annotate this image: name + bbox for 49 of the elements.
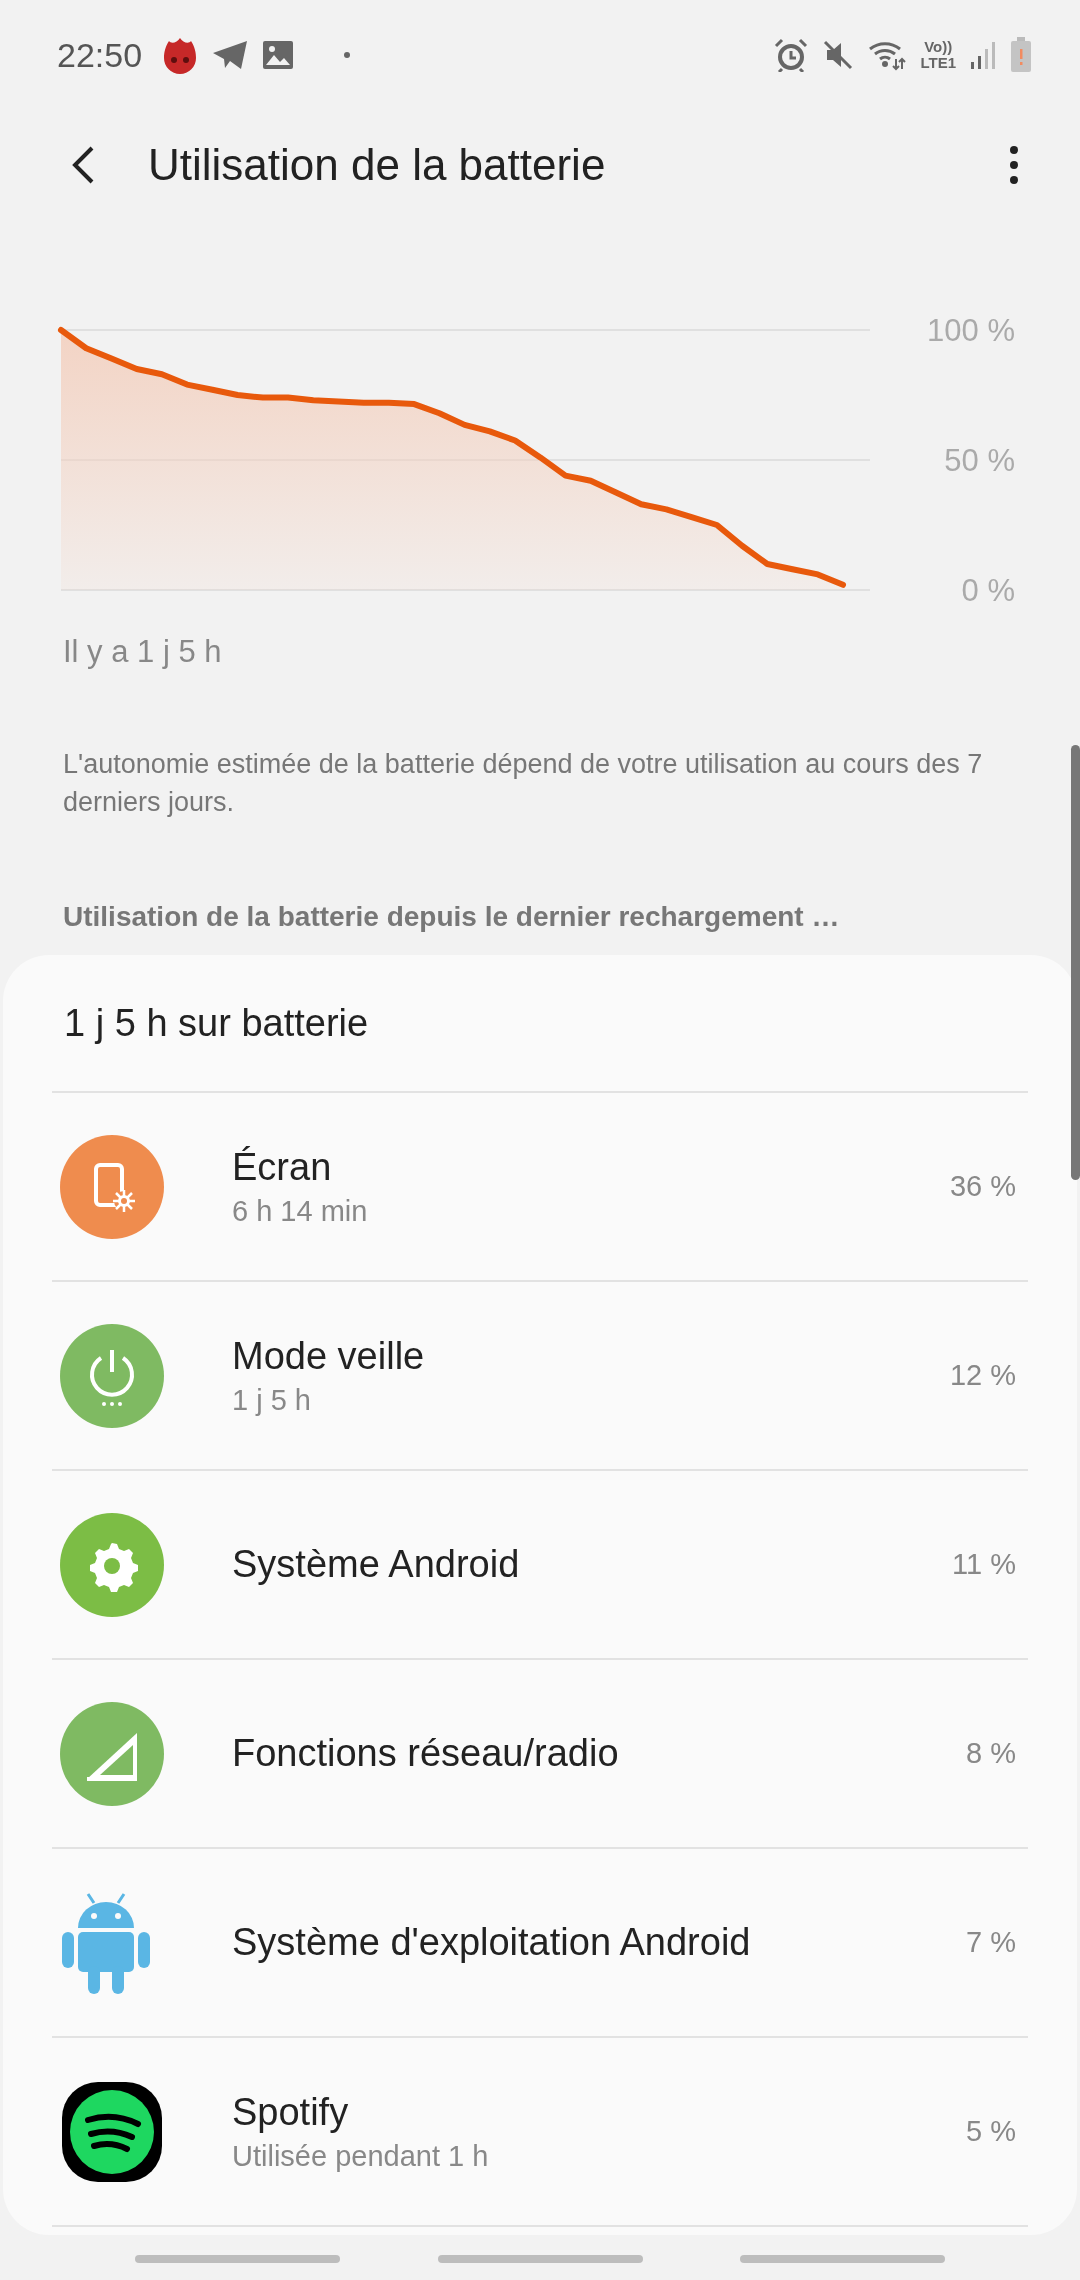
usage-percent: 7 % bbox=[966, 1926, 1016, 1959]
info-text: L'autonomie estimée de la batterie dépend de votre utilisation au cours des 7 derniers jours. bbox=[63, 748, 983, 819]
usage-item-detail: 6 h 14 min bbox=[232, 1194, 369, 1228]
nav-recent-handle[interactable] bbox=[135, 2255, 340, 2263]
battery-icon bbox=[1010, 37, 1032, 73]
usage-item[interactable]: Écran 6 h 14 min 36 % bbox=[52, 1093, 1028, 1282]
axis-tick-label: 0 % bbox=[961, 573, 1015, 608]
axis-tick-label: 50 % bbox=[944, 443, 1015, 478]
phone-brightness-icon bbox=[60, 1134, 164, 1239]
usage-item-title: Spotify bbox=[232, 2090, 350, 2134]
section-header: Utilisation de la batterie depuis le dernier rechargement … bbox=[63, 900, 841, 934]
axis-tick-label: 100 % bbox=[927, 315, 1015, 348]
more-options-icon[interactable] bbox=[1008, 145, 1020, 185]
paper-plane-icon bbox=[212, 40, 249, 70]
usage-percent: 8 % bbox=[966, 1737, 1016, 1770]
signal-icon bbox=[970, 40, 996, 70]
nav-home-handle[interactable] bbox=[437, 2255, 643, 2263]
signal-strength-icon bbox=[60, 1701, 164, 1806]
power-icon bbox=[60, 1323, 164, 1428]
screen-title: Utilisation de la batterie bbox=[148, 140, 606, 190]
wifi-icon bbox=[868, 39, 907, 71]
usage-summary: 1 j 5 h sur batterie bbox=[52, 955, 1028, 1093]
usage-item-title: Fonctions réseau/radio bbox=[232, 1732, 620, 1775]
usage-item[interactable]: Système Android 11 % bbox=[52, 1471, 1028, 1660]
alarm-icon bbox=[774, 38, 809, 72]
usage-item-title: Écran bbox=[232, 1145, 333, 1189]
time-span-label: Il y a 1 j 5 h bbox=[63, 633, 222, 671]
nav-back-handle[interactable] bbox=[740, 2255, 945, 2263]
lte-label: LTE1 bbox=[920, 55, 956, 71]
notification-dot bbox=[344, 52, 351, 58]
usage-item[interactable]: Mode veille 1 j 5 h 12 % bbox=[52, 1282, 1028, 1471]
image-icon bbox=[262, 40, 295, 70]
volte-label: Vo)) bbox=[924, 39, 953, 55]
gear-icon bbox=[60, 1512, 164, 1617]
usage-item[interactable]: Système d'exploitation Android 7 % bbox=[52, 1849, 1028, 2038]
usage-item-detail: Utilisée pendant 1 h bbox=[232, 2139, 490, 2173]
usage-percent: 36 % bbox=[949, 1170, 1016, 1203]
usage-item-title: Mode veille bbox=[232, 1334, 426, 1378]
usage-item[interactable]: Spotify Utilisée pendant 1 h 5 % bbox=[52, 2038, 1028, 2227]
flame-icon bbox=[162, 36, 199, 74]
usage-item-detail: 1 j 5 h bbox=[232, 1383, 312, 1417]
mute-icon bbox=[822, 39, 855, 71]
usage-item-title: Système d'exploitation Android bbox=[232, 1921, 752, 1964]
usage-item-title: Système Android bbox=[232, 1543, 521, 1586]
usage-percent: 12 % bbox=[949, 1359, 1016, 1392]
usage-percent: 11 % bbox=[952, 1548, 1016, 1581]
usage-item[interactable]: Fonctions réseau/radio 8 % bbox=[52, 1660, 1028, 1849]
status-time: 22:50 bbox=[57, 35, 143, 75]
usage-percent: 5 % bbox=[966, 2115, 1016, 2148]
